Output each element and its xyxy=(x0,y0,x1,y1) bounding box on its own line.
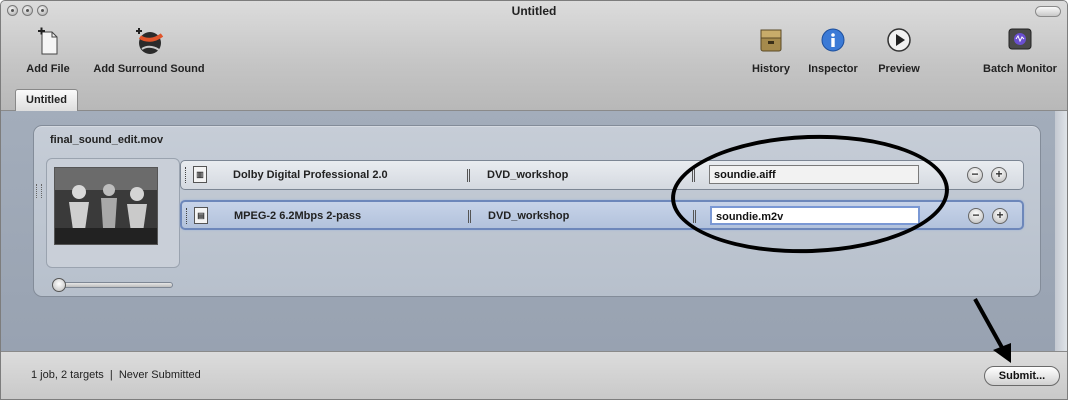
preview-scrubber[interactable] xyxy=(52,278,173,292)
preview-button[interactable]: Preview xyxy=(872,27,926,75)
target-destination[interactable]: DVD_workshop xyxy=(487,169,568,181)
history-label: History xyxy=(752,63,790,75)
add-file-label: Add File xyxy=(26,63,70,75)
history-icon xyxy=(748,27,794,57)
source-filename: final_sound_edit.mov xyxy=(50,134,164,146)
job-drag-handle[interactable] xyxy=(36,184,42,198)
row-drag-handle[interactable] xyxy=(185,167,189,183)
inspector-label: Inspector xyxy=(808,63,858,75)
column-divider xyxy=(468,210,471,223)
tab-untitled[interactable]: Untitled xyxy=(15,89,78,111)
submit-button[interactable]: Submit... xyxy=(984,366,1060,386)
batch-monitor-button[interactable]: Batch Monitor xyxy=(977,27,1063,75)
audio-file-icon: ▥ xyxy=(193,166,207,183)
video-file-icon: ▤ xyxy=(194,207,208,224)
toolbar-toggle-button[interactable] xyxy=(1035,6,1061,17)
add-surround-sound-button[interactable]: Add Surround Sound xyxy=(89,27,209,75)
row-drag-handle[interactable] xyxy=(186,208,190,224)
tab-bar: Untitled xyxy=(1,87,1067,111)
add-surround-sound-label: Add Surround Sound xyxy=(93,63,205,75)
remove-target-button[interactable]: − xyxy=(967,167,983,183)
compressor-window: Untitled Add File Add Surround Sound His… xyxy=(0,0,1068,400)
vertical-scrollbar[interactable] xyxy=(1055,111,1067,351)
play-icon xyxy=(872,27,926,57)
target-destination[interactable]: DVD_workshop xyxy=(488,210,569,222)
preview-label: Preview xyxy=(878,63,920,75)
batch-monitor-label: Batch Monitor xyxy=(983,63,1057,75)
inspector-button[interactable]: Inspector xyxy=(803,27,863,75)
status-bar: 1 job, 2 targets | Never Submitted Submi… xyxy=(1,351,1067,399)
source-preview xyxy=(46,158,180,292)
video-thumbnail xyxy=(54,167,158,245)
add-file-button[interactable]: Add File xyxy=(25,27,71,75)
add-target-button[interactable]: + xyxy=(991,167,1007,183)
surround-sound-icon xyxy=(89,27,209,57)
target-format[interactable]: Dolby Digital Professional 2.0 xyxy=(233,169,388,181)
scrubber-knob[interactable] xyxy=(52,278,66,292)
add-target-button[interactable]: + xyxy=(992,208,1008,224)
title-bar: Untitled xyxy=(1,1,1067,21)
info-icon xyxy=(803,27,863,57)
target-format[interactable]: MPEG-2 6.2Mbps 2-pass xyxy=(234,210,361,222)
job-status-text: 1 job, 2 targets | Never Submitted xyxy=(31,369,201,381)
history-button[interactable]: History xyxy=(748,27,794,75)
window-title: Untitled xyxy=(511,4,557,18)
batch-monitor-icon xyxy=(977,27,1063,57)
remove-target-button[interactable]: − xyxy=(968,208,984,224)
add-file-icon xyxy=(25,27,71,57)
column-divider xyxy=(467,169,470,182)
